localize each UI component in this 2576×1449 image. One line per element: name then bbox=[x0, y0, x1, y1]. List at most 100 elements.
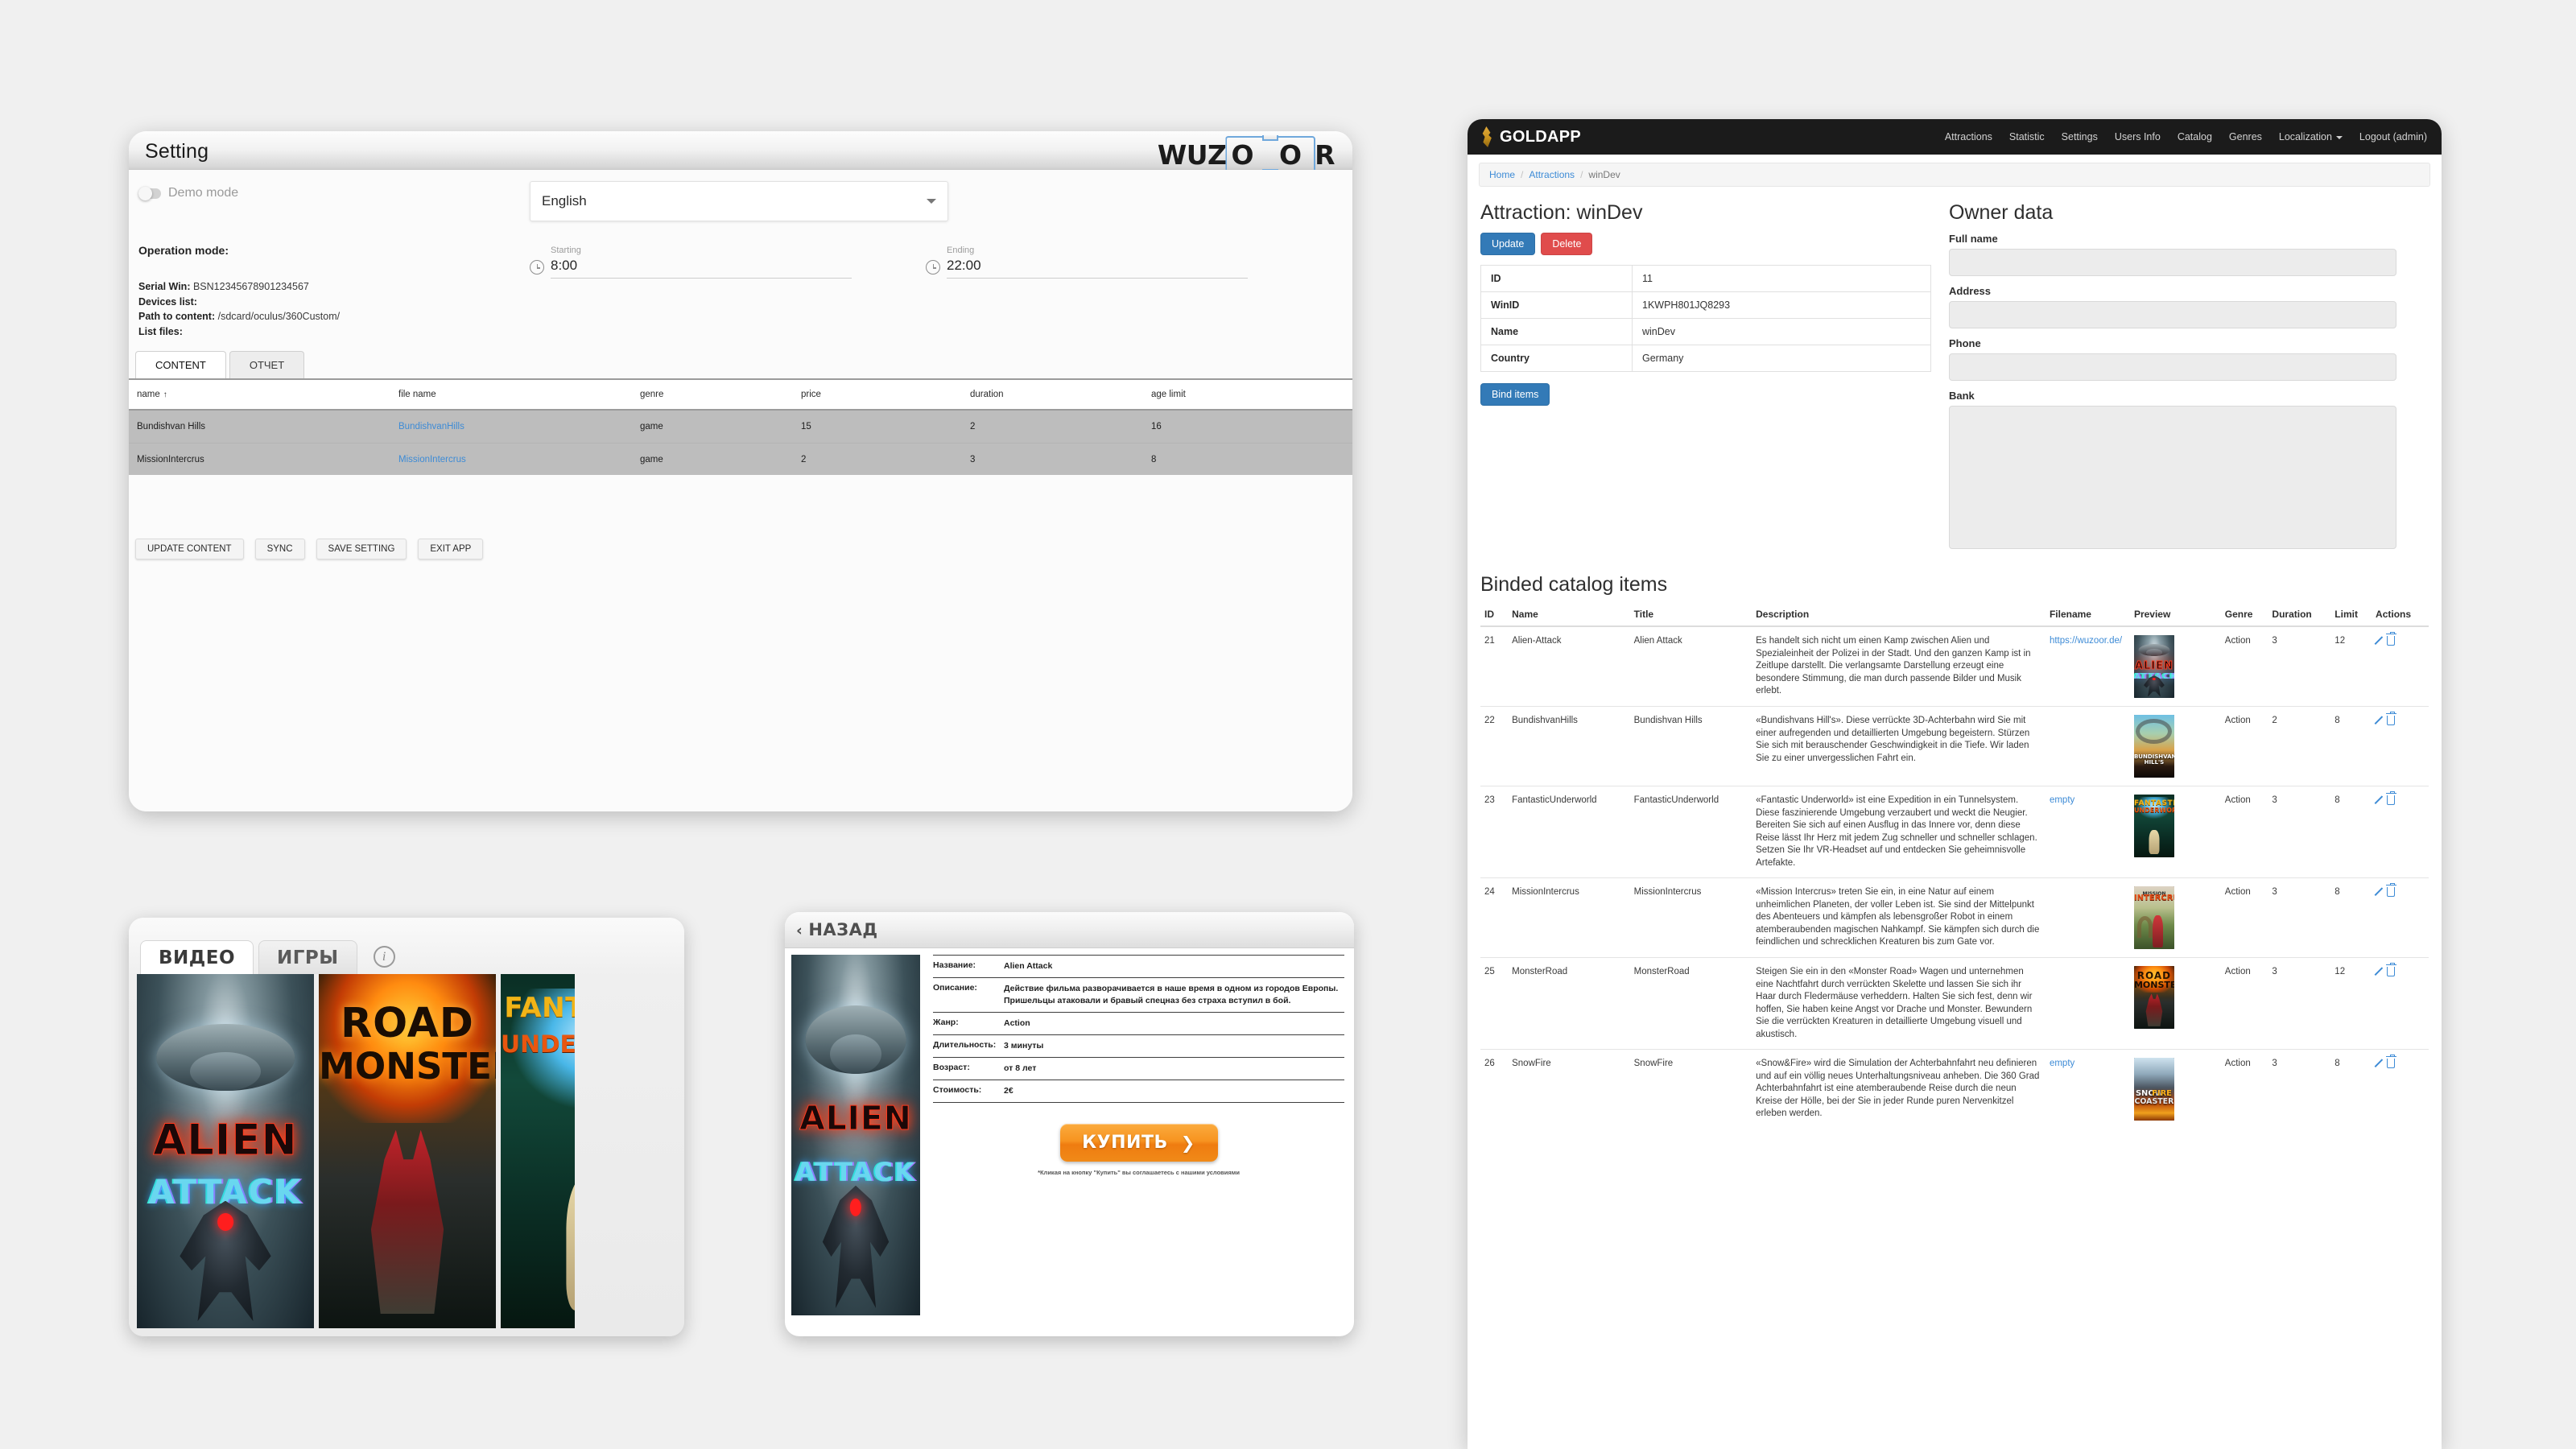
edit-icon[interactable] bbox=[2376, 716, 2384, 724]
cell-title: FantasticUnderworld bbox=[1629, 786, 1752, 878]
address-input[interactable] bbox=[1949, 301, 2396, 328]
tab-video[interactable]: ВИДЕО bbox=[140, 940, 254, 974]
toggle-switch-icon[interactable] bbox=[138, 186, 161, 200]
cell-id: 25 bbox=[1480, 957, 1509, 1050]
attraction-action-buttons: Update Delete bbox=[1480, 233, 1931, 255]
detail-row: Возраст: от 8 лет bbox=[933, 1058, 1344, 1080]
update-button[interactable]: Update bbox=[1480, 233, 1536, 255]
starting-time-field[interactable]: Starting 8:00 bbox=[530, 242, 852, 279]
binded-catalog-table: ID Name Title Description Filename Previ… bbox=[1480, 603, 2429, 1129]
column-header-age-limit[interactable]: age limit bbox=[1143, 390, 1352, 399]
cell-title: MonsterRoad bbox=[1629, 957, 1752, 1050]
edit-icon[interactable] bbox=[2376, 795, 2384, 804]
nav-item-catalog[interactable]: Catalog bbox=[2178, 131, 2212, 142]
breadcrumb-home[interactable]: Home bbox=[1489, 169, 1515, 180]
ending-time-label: Ending bbox=[947, 246, 975, 255]
tile-title-top: ALIEN bbox=[153, 1116, 298, 1166]
breadcrumb-attractions[interactable]: Attractions bbox=[1529, 169, 1575, 180]
delete-icon[interactable] bbox=[2385, 882, 2396, 897]
buy-button[interactable]: КУПИТЬ ❯ bbox=[1059, 1124, 1218, 1162]
phone-input[interactable] bbox=[1949, 353, 2396, 381]
list-item[interactable]: ALIEN ATTACK bbox=[137, 974, 314, 1328]
preview-thumbnail[interactable]: BUNDISHVAN HILL'S bbox=[2133, 715, 2174, 778]
phone-label: Phone bbox=[1949, 337, 1981, 349]
kiosk-detail-window: ‹ НАЗАД ALIEN ATTACK Название: Alien Atta… bbox=[785, 912, 1354, 1336]
table-row[interactable]: MissionIntercrus MissionIntercrus game 2… bbox=[129, 443, 1352, 475]
list-item[interactable]: ROAD MONSTER bbox=[319, 974, 496, 1328]
full-name-input[interactable] bbox=[1949, 249, 2396, 276]
update-content-button[interactable]: UPDATE CONTENT bbox=[135, 539, 244, 559]
cell-file-name[interactable]: BundishvanHills bbox=[390, 422, 632, 431]
tab-games[interactable]: ИГРЫ bbox=[258, 940, 357, 974]
edit-icon[interactable] bbox=[2376, 1059, 2384, 1067]
nav-item-statistic[interactable]: Statistic bbox=[2009, 131, 2045, 142]
demo-mode-toggle[interactable]: Demo mode bbox=[138, 186, 238, 200]
cell-filename-link[interactable]: https://wuzoor.de/ bbox=[2050, 636, 2122, 646]
chevron-down-icon bbox=[927, 199, 936, 204]
detail-value: 1KWPH801JQ8293 bbox=[1632, 291, 1931, 319]
goldapp-brand[interactable]: GOLDAPP bbox=[1479, 126, 1581, 147]
wuzoor-logo-suffix: R bbox=[1315, 139, 1335, 171]
cell-description: «Mission Intercrus» treten Sie ein, in e… bbox=[1752, 877, 2046, 958]
ending-time-field[interactable]: Ending 22:00 bbox=[926, 242, 1248, 279]
column-header-price[interactable]: price bbox=[793, 390, 962, 399]
column-header-name[interactable]: name ↑ bbox=[129, 390, 390, 399]
delete-icon[interactable] bbox=[2385, 962, 2396, 976]
tab-content[interactable]: CONTENT bbox=[135, 351, 226, 378]
nav-item-genres[interactable]: Genres bbox=[2229, 131, 2262, 142]
nav-item-users-info[interactable]: Users Info bbox=[2115, 131, 2161, 142]
delete-icon[interactable] bbox=[2385, 631, 2396, 646]
detail-value: от 8 лет bbox=[1004, 1063, 1037, 1073]
address-label: Address bbox=[1949, 285, 1992, 297]
cell-filename-link[interactable]: empty bbox=[2050, 1059, 2074, 1068]
nav-item-localization[interactable]: Localization bbox=[2279, 131, 2343, 142]
cell-file-name[interactable]: MissionIntercrus bbox=[390, 455, 632, 464]
tile-title-bottom: MONSTER bbox=[319, 1045, 496, 1088]
edit-icon[interactable] bbox=[2376, 636, 2384, 645]
delete-button[interactable]: Delete bbox=[1541, 233, 1593, 255]
bind-items-button[interactable]: Bind items bbox=[1480, 383, 1550, 406]
kiosk-list-window: ВИДЕО ИГРЫ i ALIEN ATTACK ROAD MONSTER bbox=[129, 918, 684, 1336]
column-header-filename: Filename bbox=[2045, 603, 2130, 627]
cell-filename-link[interactable]: empty bbox=[2050, 795, 2074, 805]
delete-icon[interactable] bbox=[2385, 711, 2396, 725]
sync-button[interactable]: SYNC bbox=[254, 539, 305, 559]
nav-item-settings[interactable]: Settings bbox=[2062, 131, 2098, 142]
edit-icon[interactable] bbox=[2376, 967, 2384, 976]
back-button[interactable]: ‹ НАЗАД bbox=[796, 920, 878, 939]
preview-thumbnail[interactable]: MISSIONINTERCRUS bbox=[2133, 886, 2174, 949]
detail-value: Действие фильма разворачивается в наше в… bbox=[1004, 984, 1339, 1005]
detail-key: Возраст: bbox=[933, 1063, 970, 1072]
goldapp-window: GOLDAPP Attractions Statistic Settings U… bbox=[1468, 119, 2442, 1449]
bank-textarea[interactable] bbox=[1949, 406, 2396, 549]
nav-item-attractions[interactable]: Attractions bbox=[1945, 131, 1992, 142]
preview-thumbnail[interactable]: ROADMONSTER bbox=[2133, 966, 2174, 1029]
tab-report[interactable]: ОТЧЕТ bbox=[229, 351, 305, 378]
table-row: ID 11 bbox=[1480, 265, 1931, 292]
preview-thumbnail[interactable]: ALIENATTACK bbox=[2133, 635, 2174, 698]
detail-row: Стоимость: 2€ bbox=[933, 1080, 1344, 1103]
table-row: 21 Alien-Attack Alien Attack Es handelt … bbox=[1480, 626, 2429, 707]
exit-app-button[interactable]: EXIT APP bbox=[418, 539, 484, 559]
delete-icon[interactable] bbox=[2385, 791, 2396, 805]
binded-catalog-heading: Binded catalog items bbox=[1480, 573, 1668, 596]
goldapp-navbar: GOLDAPP Attractions Statistic Settings U… bbox=[1468, 119, 2442, 155]
table-row[interactable]: Bundishvan Hills BundishvanHills game 15… bbox=[129, 411, 1352, 443]
info-icon[interactable]: i bbox=[373, 946, 395, 968]
delete-icon[interactable] bbox=[2385, 1054, 2396, 1068]
chevron-left-icon: ‹ bbox=[796, 922, 803, 939]
kiosk-detail-topbar: ‹ НАЗАД bbox=[785, 912, 1354, 948]
edit-icon[interactable] bbox=[2376, 887, 2384, 896]
preview-thumbnail[interactable]: SNOW FIRE COASTER bbox=[2133, 1058, 2174, 1121]
save-setting-button[interactable]: SAVE SETTING bbox=[316, 539, 407, 559]
settings-titlebar: Setting WUZ O O R bbox=[129, 131, 1352, 175]
preview-thumbnail[interactable]: FANTASTICUNDERWORLD bbox=[2133, 795, 2174, 857]
column-header-file-name[interactable]: file name bbox=[390, 390, 632, 399]
goldapp-nav-menu: Attractions Statistic Settings Users Inf… bbox=[1945, 131, 2427, 142]
language-select[interactable]: English bbox=[530, 181, 948, 221]
cell-limit: 8 bbox=[2330, 786, 2372, 878]
list-item[interactable]: FANTASTIC UNDERWORLD bbox=[501, 974, 575, 1328]
nav-item-logout[interactable]: Logout (admin) bbox=[2359, 131, 2427, 142]
column-header-genre[interactable]: genre bbox=[632, 390, 793, 399]
column-header-duration[interactable]: duration bbox=[962, 390, 1143, 399]
